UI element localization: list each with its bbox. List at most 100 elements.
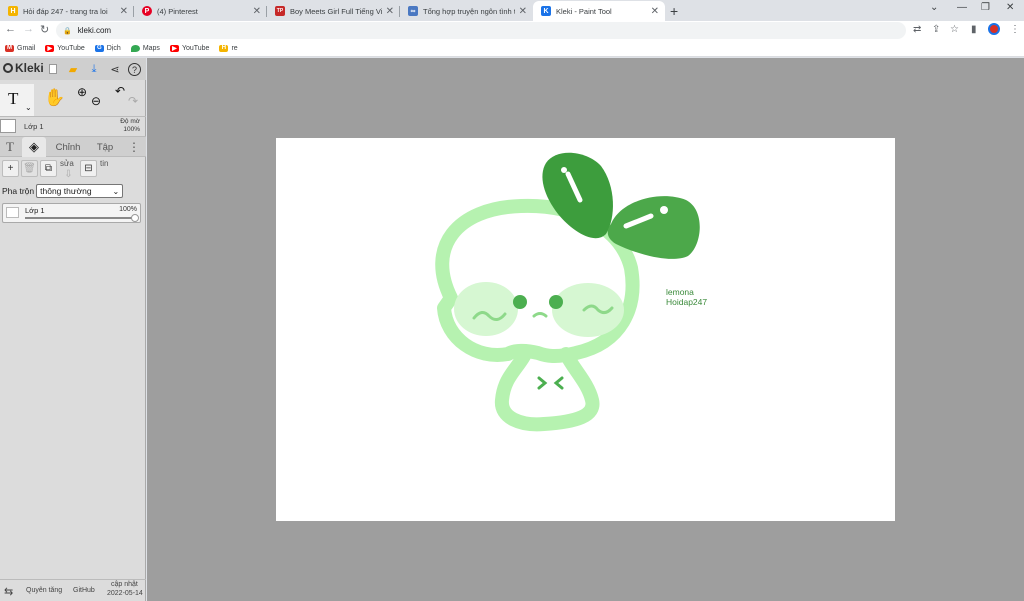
duplicate-icon: ⧉ <box>44 163 53 174</box>
pinterest-favicon-icon: P <box>142 6 152 16</box>
hoidap-favicon-icon: H <box>8 6 18 16</box>
kleki-sidebar: Kleki ▰ ⤓ ⋖ ? T ⌄ ✋ ⊕ ⊖ ↶ ↷ Lớp 1 Độ mờ … <box>0 58 146 601</box>
close-window-icon[interactable]: ✕ <box>1006 2 1014 13</box>
add-layer-button[interactable]: + <box>2 160 19 177</box>
undo-icon[interactable]: ↶ <box>115 84 125 98</box>
menu-icon[interactable]: ⋮ <box>1010 24 1020 35</box>
bookmark-maps[interactable]: Maps <box>130 44 160 52</box>
bookmark-dich[interactable]: G Dịch <box>94 44 121 52</box>
update-label: cập nhật <box>111 581 138 588</box>
tab-title: Kleki - Paint Tool <box>556 6 612 16</box>
canvas-workspace[interactable]: lemona Hoidap247 <box>147 58 1024 601</box>
body-outline <box>495 347 600 432</box>
body-mark-right <box>553 376 564 390</box>
tp-favicon-icon: TP <box>275 6 285 16</box>
reload-icon[interactable]: ↻ <box>40 23 49 36</box>
tool-row: T ⌄ ✋ ⊕ ⊖ ↶ ↷ <box>0 82 146 116</box>
bookmark-youtube-2[interactable]: ▶ YouTube <box>169 44 209 52</box>
back-icon[interactable]: ← <box>5 23 16 35</box>
duplicate-layer-button[interactable]: ⧉ <box>40 160 57 177</box>
help-icon[interactable]: ? <box>128 63 141 76</box>
close-icon[interactable]: ✕ <box>120 6 128 17</box>
open-folder-icon[interactable]: ▰ <box>65 61 81 77</box>
close-icon[interactable]: ✕ <box>519 6 527 17</box>
forward-icon[interactable]: → <box>23 23 34 35</box>
blend-label: Pha trộn <box>2 186 35 196</box>
redo-icon[interactable]: ↷ <box>128 94 138 108</box>
url-text: kleki.com <box>77 26 112 35</box>
tab-pinterest[interactable]: P (4) Pinterest ✕ <box>134 1 267 21</box>
translate-icon[interactable]: ⇄ <box>913 24 921 35</box>
hand-tool-icon[interactable]: ✋ <box>44 88 65 108</box>
new-tab-icon[interactable]: + <box>670 3 678 19</box>
opacity-slider-handle[interactable] <box>131 214 139 222</box>
chevron-down-icon[interactable]: ⌄ <box>930 2 938 13</box>
restore-icon[interactable]: ❐ <box>981 2 990 13</box>
kleki-logo[interactable]: Kleki <box>3 61 44 75</box>
chevron-down-icon[interactable]: ⌄ <box>25 103 32 112</box>
layer-opacity: Độ mờ 100% <box>120 118 140 133</box>
delete-layer-button[interactable]: 🗑 <box>21 160 38 177</box>
layers-link[interactable]: Quyên tăng <box>26 587 62 594</box>
current-layer-header[interactable]: Lớp 1 Độ mờ 100% <box>0 116 146 136</box>
swap-sides-icon[interactable]: ⇆ <box>4 585 13 598</box>
tab-hoidap[interactable]: H Hỏi đáp 247 - trang tra loi ✕ <box>0 1 134 21</box>
blend-mode-row: Pha trộn thông thường ⌄ <box>2 184 124 198</box>
tab-edit[interactable]: Chỉnh <box>51 137 85 157</box>
text-tool-button[interactable]: T ⌄ <box>0 84 34 116</box>
layer-thumbnail <box>0 119 16 133</box>
tab-boy-meets-girl[interactable]: TP Boy Meets Girl Full Tiếng Việt Bả ✕ <box>267 1 400 21</box>
tab-truyen[interactable]: ∞ Tổng hợp truyện ngôn tình tổng ✕ <box>400 1 533 21</box>
address-bar[interactable]: 🔒 kleki.com <box>56 22 906 39</box>
link-favicon-icon: ∞ <box>408 6 418 16</box>
signature-line-2: Hoidap247 <box>666 297 708 307</box>
bookmarks-bar: M Gmail ▶ YouTube G Dịch Maps ▶ YouTube Hre <box>0 40 1024 57</box>
right-eye <box>549 295 563 309</box>
more-options-icon[interactable]: ⋮ <box>126 137 142 157</box>
side-panel-icon[interactable]: ▮ <box>971 24 977 35</box>
maps-icon <box>130 44 140 52</box>
tab-title: (4) Pinterest <box>157 6 198 16</box>
layer-list-item[interactable]: Lớp 1 100% <box>2 203 141 223</box>
bookmark-gmail[interactable]: M Gmail <box>5 44 35 52</box>
share-icon[interactable]: ⇪ <box>932 24 940 35</box>
tab-file[interactable]: Tập <box>90 137 120 157</box>
youtube-icon: ▶ <box>169 44 179 52</box>
drawing-canvas[interactable]: lemona Hoidap247 <box>276 138 895 521</box>
save-download-icon[interactable]: ⤓ <box>86 61 102 77</box>
kleki-footer: ⇆ Quyên tăng GitHub cập nhật 2022-05-14 <box>0 579 146 601</box>
close-icon[interactable]: ✕ <box>253 6 261 17</box>
rename-icon: ⊟ <box>84 163 93 174</box>
youtube-icon: ▶ <box>45 44 55 52</box>
github-link[interactable]: GitHub <box>73 587 95 594</box>
tab-brush[interactable]: T <box>0 137 20 157</box>
opacity-slider-track[interactable] <box>25 217 135 219</box>
blend-mode-select[interactable]: thông thường ⌄ <box>36 184 124 198</box>
zoom-in-icon[interactable]: ⊕ <box>77 85 87 99</box>
bookmark-re[interactable]: Hre <box>219 44 238 52</box>
layers-icon: ◈ <box>29 139 39 154</box>
translate-bookmark-icon: G <box>94 44 104 52</box>
tab-title: Boy Meets Girl Full Tiếng Việt Bả <box>290 6 382 16</box>
close-icon[interactable]: ✕ <box>651 6 659 17</box>
layer-properties-button[interactable]: ⊟ <box>80 160 97 177</box>
zoom-out-icon[interactable]: ⊖ <box>91 94 101 108</box>
bookmark-star-icon[interactable]: ☆ <box>950 24 959 35</box>
tab-kleki[interactable]: K Kleki - Paint Tool ✕ <box>533 1 665 21</box>
layer-item-thumbnail <box>6 207 19 218</box>
share-icon[interactable]: ⋖ <box>107 61 123 77</box>
close-icon[interactable]: ✕ <box>386 6 394 17</box>
bookmark-youtube[interactable]: ▶ YouTube <box>45 44 85 52</box>
layer-item-name: Lớp 1 <box>25 206 45 215</box>
minimize-icon[interactable]: — <box>957 2 967 13</box>
kleki-top-bar: Kleki ▰ ⤓ ⋖ ? <box>0 58 146 80</box>
info-label: tin <box>100 159 109 168</box>
merge-down-icon[interactable]: ⇩ <box>60 169 77 180</box>
profile-avatar[interactable] <box>988 23 1000 35</box>
new-image-icon[interactable] <box>45 61 61 77</box>
tab-layers[interactable]: ◈ <box>22 137 46 157</box>
panel-tabs: T ◈ Chỉnh Tập ⋮ <box>0 136 146 157</box>
kleki-logo-icon <box>3 63 13 73</box>
hoidap-bookmark-icon: H <box>219 44 229 52</box>
left-cheek <box>454 282 518 336</box>
